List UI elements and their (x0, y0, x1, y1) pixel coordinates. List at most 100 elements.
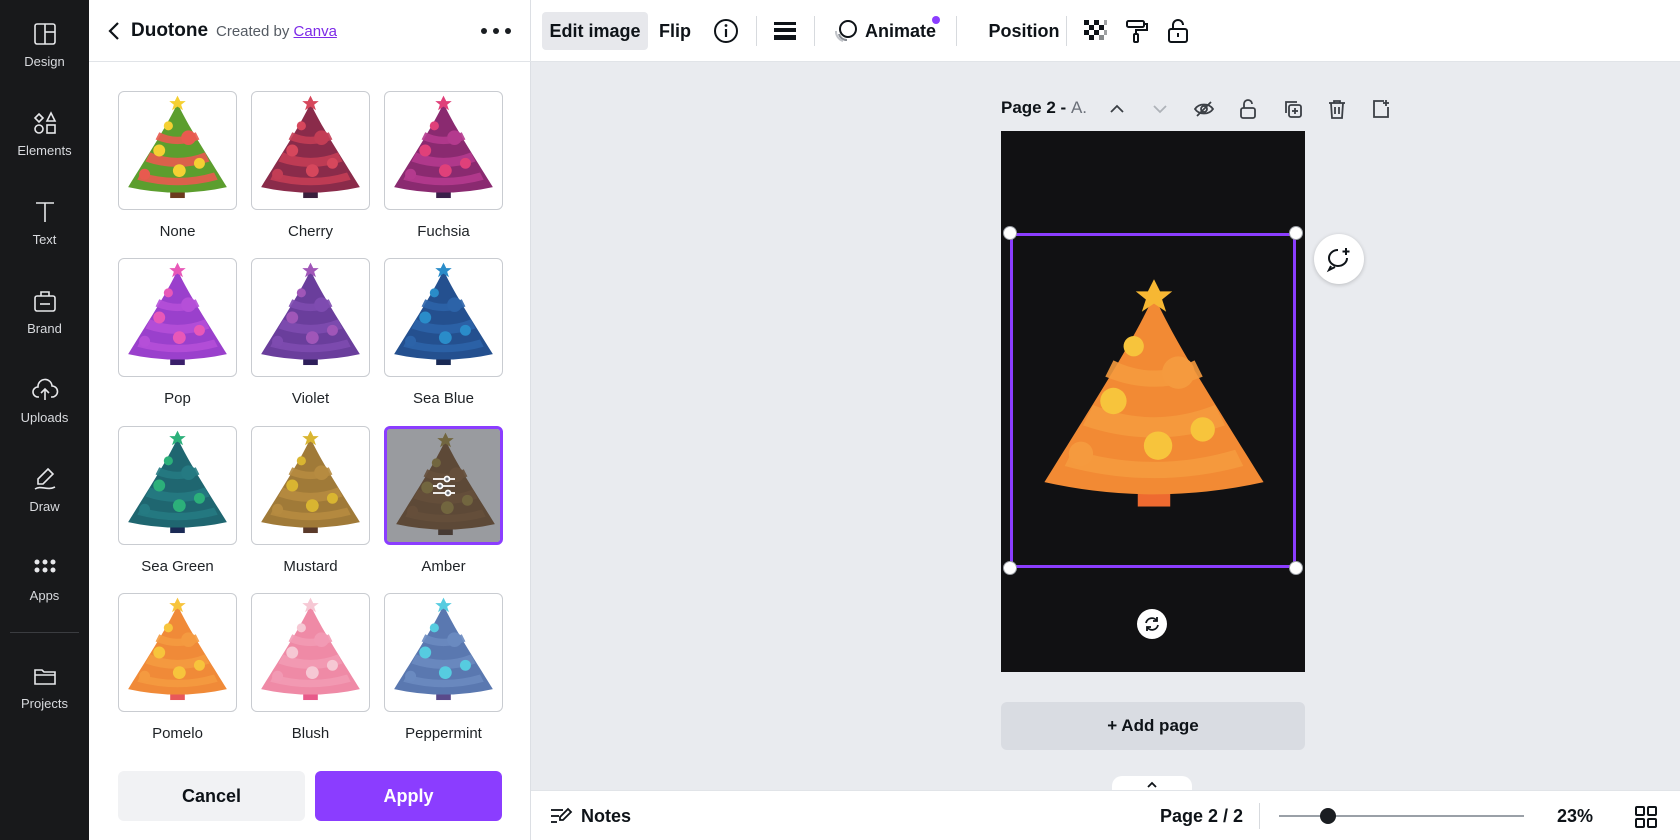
preset-label: Mustard (251, 558, 370, 575)
notes-icon (549, 805, 573, 827)
christmas-tree-thumbnail (252, 594, 369, 711)
projects-icon (31, 662, 59, 690)
preset-label: None (118, 223, 237, 240)
add-page-button[interactable]: + Add page (1001, 702, 1305, 750)
resize-handle-bottom-left[interactable] (1003, 561, 1017, 575)
page-count-button[interactable]: Page 2 / 2 (1160, 806, 1243, 827)
preset-tile-peppermint[interactable] (384, 593, 503, 712)
adjust-overlay[interactable] (387, 429, 500, 542)
preset-label: Fuchsia (384, 223, 503, 240)
duotone-panel: Duotone Created by Canva None Cherry (89, 0, 531, 840)
toolbar-divider (756, 16, 757, 46)
cancel-button[interactable]: Cancel (118, 771, 305, 821)
resize-handle-top-left[interactable] (1003, 226, 1017, 240)
rail-item-apps[interactable]: Apps (0, 542, 89, 614)
selection-frame (1010, 233, 1296, 568)
hide-page-button[interactable] (1189, 95, 1219, 123)
lock-button[interactable] (1161, 14, 1195, 48)
christmas-tree-thumbnail (252, 427, 369, 544)
preset-tile-blush[interactable] (251, 593, 370, 712)
christmas-tree-thumbnail (385, 259, 502, 376)
toolbar-divider (956, 16, 957, 46)
sliders-icon (430, 472, 458, 500)
border-style-button[interactable] (768, 14, 802, 48)
panel-credit: Created by Canva (216, 23, 337, 40)
preset-tile-cherry[interactable] (251, 91, 370, 210)
grid-view-icon[interactable] (1633, 804, 1659, 830)
add-comment-button[interactable] (1314, 234, 1364, 284)
zoom-level[interactable]: 23% (1557, 806, 1593, 827)
add-page-icon (1370, 98, 1392, 120)
preset-tile-sea-blue[interactable] (384, 258, 503, 377)
preset-label: Peppermint (384, 725, 503, 742)
toolbar-divider (814, 16, 815, 46)
move-page-down-button[interactable] (1145, 95, 1175, 123)
notes-label: Notes (581, 806, 631, 827)
lock-page-button[interactable] (1233, 95, 1263, 123)
page-title[interactable]: Page 2 - A. (1001, 98, 1087, 118)
preset-label: Pomelo (118, 725, 237, 742)
rail-divider (10, 632, 79, 633)
christmas-tree-thumbnail (385, 594, 502, 711)
rail-item-label: Design (24, 54, 64, 69)
info-icon (713, 18, 739, 44)
preset-tile-sea-green[interactable] (118, 426, 237, 545)
christmas-tree-thumbnail (252, 92, 369, 209)
move-page-up-button[interactable] (1102, 95, 1132, 123)
draw-icon (31, 465, 59, 493)
creator-link[interactable]: Canva (294, 23, 337, 40)
rail-item-draw[interactable]: Draw (0, 453, 89, 525)
christmas-tree-thumbnail (119, 594, 236, 711)
preset-tile-amber[interactable] (384, 426, 503, 545)
rail-item-brand[interactable]: Brand (0, 275, 89, 347)
preset-tile-mustard[interactable] (251, 426, 370, 545)
animate-icon (833, 18, 859, 44)
chevron-left-icon (105, 20, 125, 42)
preset-tile-fuchsia[interactable] (384, 91, 503, 210)
animate-button[interactable]: Animate (833, 12, 943, 50)
rail-item-label: Brand (27, 321, 62, 336)
rail-item-label: Text (33, 232, 57, 247)
preset-label: Pop (118, 390, 237, 407)
transparency-button[interactable] (1078, 14, 1112, 48)
rail-item-label: Projects (21, 696, 68, 711)
rail-item-uploads[interactable]: Uploads (0, 364, 89, 436)
position-button[interactable]: Position (971, 12, 1077, 50)
preset-tile-pomelo[interactable] (118, 593, 237, 712)
left-rail: Design Elements Text Brand Uploads Draw … (0, 0, 89, 840)
flip-button[interactable]: Flip (655, 12, 695, 50)
zoom-slider-track[interactable] (1279, 815, 1524, 817)
rail-item-projects[interactable]: Projects (0, 650, 89, 722)
duplicate-page-button[interactable] (1278, 95, 1308, 123)
rail-item-elements[interactable]: Elements (0, 97, 89, 169)
info-button[interactable] (709, 14, 743, 48)
transparency-icon (1082, 18, 1108, 44)
resize-handle-bottom-right[interactable] (1289, 561, 1303, 575)
dot-icon (493, 28, 499, 34)
edit-image-button[interactable]: Edit image (542, 12, 648, 50)
chevron-up-icon (1145, 780, 1159, 790)
panel-header: Duotone Created by Canva (89, 0, 531, 62)
preset-tile-none[interactable] (118, 91, 237, 210)
rotate-handle[interactable] (1137, 609, 1167, 639)
rail-item-design[interactable]: Design (0, 8, 89, 80)
toolbar-divider (1066, 16, 1067, 46)
trash-icon (1326, 98, 1348, 120)
copy-style-button[interactable] (1120, 14, 1154, 48)
apply-button[interactable]: Apply (315, 771, 502, 821)
add-page-icon-button[interactable] (1366, 95, 1396, 123)
unlock-icon (1237, 98, 1259, 120)
rail-item-text[interactable]: Text (0, 186, 89, 258)
christmas-tree-thumbnail (252, 259, 369, 376)
notes-button[interactable]: Notes (549, 805, 631, 827)
delete-page-button[interactable] (1322, 95, 1352, 123)
zoom-slider-knob[interactable] (1320, 808, 1336, 824)
preset-tile-pop[interactable] (118, 258, 237, 377)
rail-item-label: Apps (30, 588, 60, 603)
resize-handle-top-right[interactable] (1289, 226, 1303, 240)
more-options-button[interactable] (481, 21, 511, 41)
preset-tile-violet[interactable] (251, 258, 370, 377)
back-button[interactable] (105, 20, 125, 42)
preset-label: Violet (251, 390, 370, 407)
rail-item-label: Elements (17, 143, 71, 158)
